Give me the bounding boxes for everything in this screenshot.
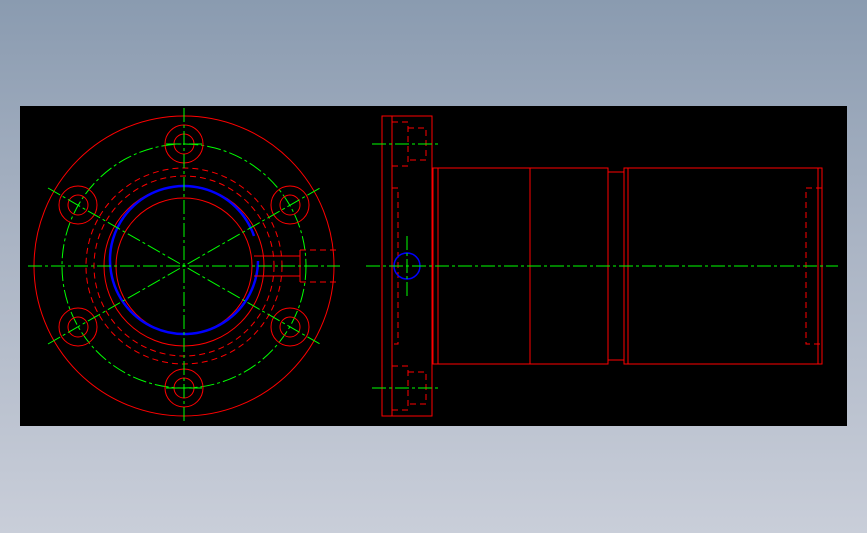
cad-drawing-canvas[interactable] (20, 106, 847, 426)
side-centerlines (366, 143, 838, 389)
front-view (28, 108, 340, 424)
cad-drawing-svg (28, 108, 838, 424)
front-centerlines (28, 108, 340, 424)
side-view (366, 115, 838, 417)
